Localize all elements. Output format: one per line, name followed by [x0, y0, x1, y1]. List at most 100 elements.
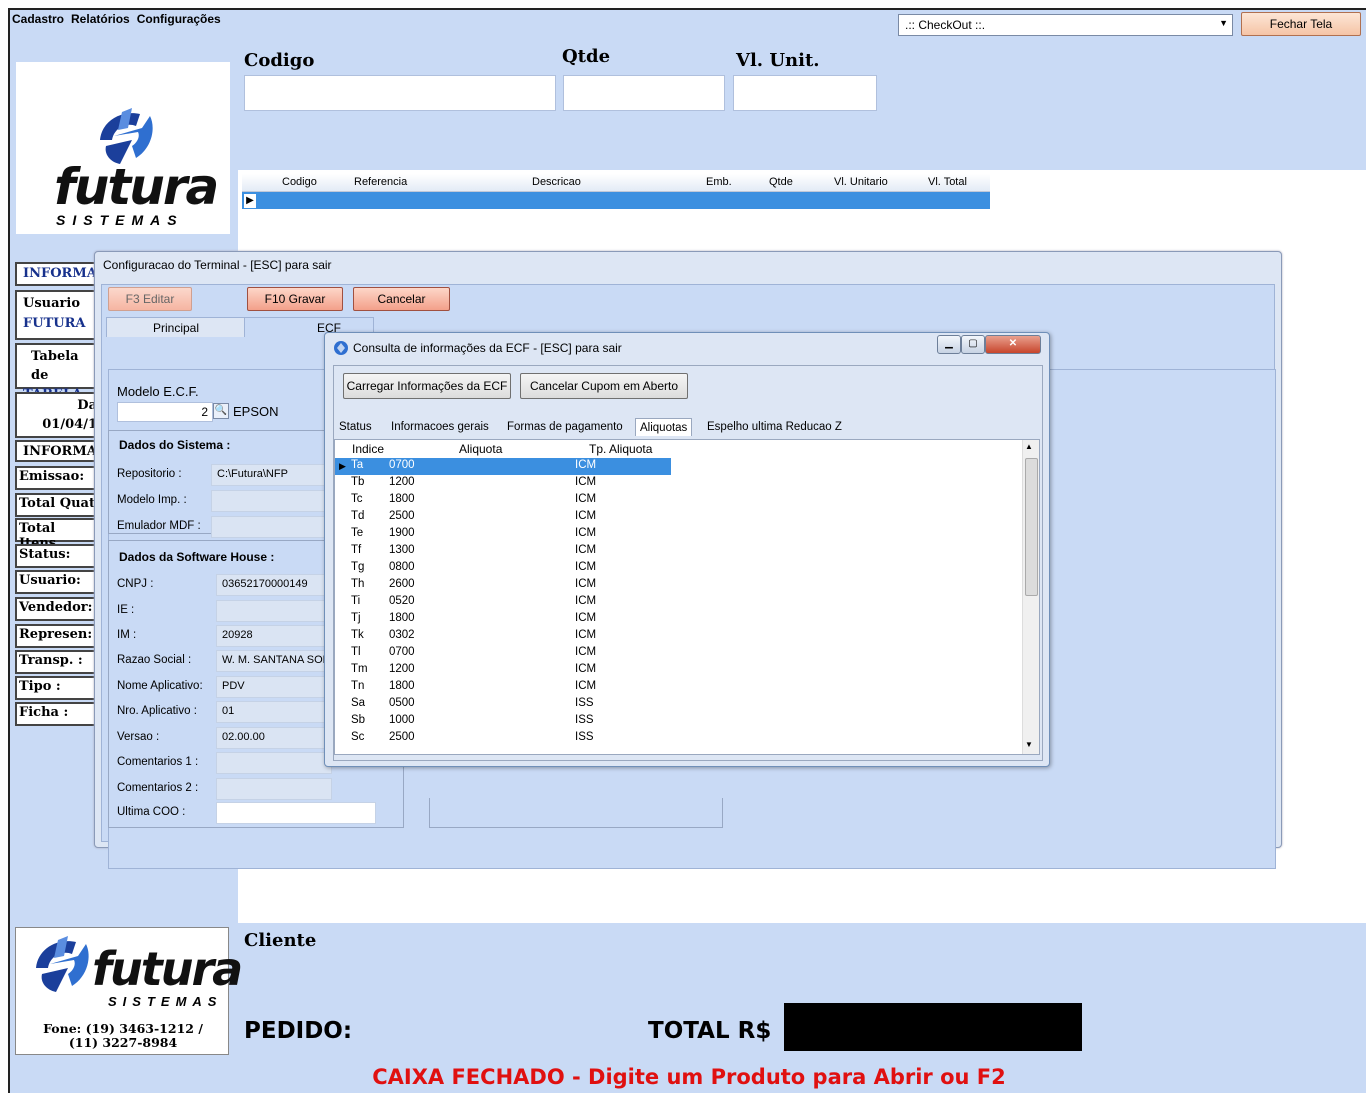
tabela-box: Tabela de TABELA	[15, 343, 105, 402]
table-row[interactable]: Sa 0500 ISS	[335, 696, 671, 713]
table-row[interactable]: ▶ Ta 0700 ICM	[335, 458, 671, 475]
info-row: Total Quat.	[15, 493, 105, 517]
info-row: Emissao:	[15, 466, 105, 490]
menu-configuracoes[interactable]: Configurações	[135, 10, 226, 26]
repositorio-field[interactable]: C:\Futura\NFP	[211, 464, 331, 486]
modelo-ecf-input[interactable]: 2	[117, 402, 213, 422]
cell-indice: Te	[351, 527, 364, 539]
cnpj-field[interactable]: 03652170000149	[216, 574, 332, 596]
cell-aliquota: 2500	[389, 510, 415, 522]
scroll-down-icon[interactable]: ▼	[1025, 740, 1033, 749]
versao-field[interactable]: 02.00.00	[216, 727, 332, 749]
codigo-label: Codigo	[244, 50, 315, 71]
cancelar-button[interactable]: Cancelar	[353, 287, 450, 311]
col-vl-unitario[interactable]: Vl. Unitario	[834, 176, 888, 188]
fechar-tela-button[interactable]: Fechar Tela	[1241, 12, 1361, 36]
table-row[interactable]: Te 1900 ICM	[335, 526, 671, 543]
table-row[interactable]: Td 2500 ICM	[335, 509, 671, 526]
cell-tp-aliquota: ISS	[575, 697, 594, 709]
table-row[interactable]: Tc 1800 ICM	[335, 492, 671, 509]
tab-espelho-reducao-z[interactable]: Espelho ultima Reducao Z	[703, 418, 846, 436]
usuario-box: Usuario FUTURA	[15, 290, 105, 340]
cell-tp-aliquota: ICM	[575, 629, 597, 641]
ultima-coo-field[interactable]	[216, 802, 376, 824]
qtde-input[interactable]	[563, 75, 725, 111]
table-row[interactable]: Tg 0800 ICM	[335, 560, 671, 577]
ie-field[interactable]	[216, 600, 332, 622]
menu-cadastro[interactable]: Cadastro	[10, 10, 69, 26]
aliquotas-table-header: Indice Aliquota Tp. Aliquota	[335, 440, 1023, 458]
cell-indice: Tf	[351, 544, 362, 556]
scroll-up-icon[interactable]: ▲	[1025, 442, 1033, 451]
col-indice[interactable]: Indice	[352, 442, 384, 456]
col-vl-total[interactable]: Vl. Total	[928, 176, 967, 188]
tab-formas-pagamento[interactable]: Formas de pagamento	[503, 418, 627, 436]
vl-unit-input[interactable]	[733, 75, 877, 111]
menu-relatorios[interactable]: Relatórios	[69, 10, 135, 26]
col-tp-aliquota[interactable]: Tp. Aliquota	[589, 442, 652, 456]
modelo-imp-field[interactable]	[211, 490, 331, 512]
codigo-input[interactable]	[244, 75, 556, 111]
cell-aliquota: 2500	[389, 731, 415, 743]
table-row[interactable]: Tm 1200 ICM	[335, 662, 671, 679]
nro-aplicativo-label: Nro. Aplicativo :	[117, 705, 197, 717]
table-row[interactable]: Tl 0700 ICM	[335, 645, 671, 662]
tab-informacoes-gerais[interactable]: Informacoes gerais	[387, 418, 493, 436]
carregar-informacoes-button[interactable]: Carregar Informações da ECF	[343, 373, 511, 399]
nro-aplicativo-field[interactable]: 01	[216, 701, 332, 723]
minimize-icon[interactable]: ▁	[937, 335, 961, 354]
table-row[interactable]: Tf 1300 ICM	[335, 543, 671, 560]
comentarios-1-field[interactable]	[216, 752, 332, 774]
comentarios-2-label: Comentarios 2 :	[117, 782, 199, 794]
info-row: Transp. :	[15, 650, 105, 674]
nome-aplicativo-field[interactable]: PDV	[216, 676, 332, 698]
table-row[interactable]: ▶	[242, 192, 990, 209]
cancelar-cupom-button[interactable]: Cancelar Cupom em Aberto	[520, 373, 688, 399]
razao-social-field[interactable]: W. M. SANTANA SOF	[216, 650, 332, 672]
cell-indice: Tn	[351, 680, 365, 692]
im-field[interactable]: 20928	[216, 625, 332, 647]
cell-indice: Tc	[351, 493, 363, 505]
table-row[interactable]: Tj 1800 ICM	[335, 611, 671, 628]
f10-gravar-button[interactable]: F10 Gravar	[247, 287, 343, 311]
close-icon[interactable]: ✕	[985, 335, 1041, 354]
cell-aliquota: 1200	[389, 476, 415, 488]
col-referencia[interactable]: Referencia	[354, 176, 407, 188]
col-qtde[interactable]: Qtde	[769, 176, 793, 188]
cell-aliquota: 1200	[389, 663, 415, 675]
status-message: CAIXA FECHADO - Digite um Produto para A…	[372, 1065, 1006, 1089]
table-row[interactable]: Tk 0302 ICM	[335, 628, 671, 645]
col-descricao[interactable]: Descricao	[532, 176, 581, 188]
chevron-down-icon[interactable]: ▼	[1219, 18, 1228, 28]
tab-aliquotas[interactable]: Aliquotas	[635, 418, 693, 436]
scroll-thumb[interactable]	[1025, 458, 1038, 596]
maximize-icon[interactable]: ▢	[961, 335, 985, 354]
info-row: Vendedor:	[15, 597, 105, 621]
vl-unit-label: Vl. Unit.	[736, 50, 820, 71]
emulador-mdf-field[interactable]	[211, 516, 331, 538]
tab-status[interactable]: Status	[335, 418, 376, 436]
col-aliquota[interactable]: Aliquota	[459, 442, 502, 456]
col-codigo[interactable]: Codigo	[282, 176, 317, 188]
lookup-icon[interactable]: 🔍	[213, 403, 229, 419]
date-box: Da 01/04/1	[15, 392, 105, 438]
vertical-scrollbar[interactable]: ▲ ▼	[1022, 440, 1039, 754]
table-row[interactable]: Th 2600 ICM	[335, 577, 671, 594]
comentarios-2-field[interactable]	[216, 778, 332, 800]
repositorio-label: Repositorio :	[117, 468, 182, 480]
checkout-select[interactable]: .:: CheckOut ::. ▼	[898, 14, 1233, 36]
cell-aliquota: 1900	[389, 527, 415, 539]
table-row[interactable]: Tb 1200 ICM	[335, 475, 671, 492]
cell-aliquota: 0500	[389, 697, 415, 709]
col-emb[interactable]: Emb.	[706, 176, 732, 188]
tab-principal[interactable]: Principal	[106, 317, 246, 337]
cell-aliquota: 0700	[389, 646, 415, 658]
f3-editar-button[interactable]: F3 Editar	[108, 287, 192, 311]
dados-sistema-title: Dados do Sistema :	[119, 438, 231, 452]
table-row[interactable]: Sc 2500 ISS	[335, 730, 671, 747]
cell-indice: Sc	[351, 731, 365, 743]
table-row[interactable]: Tn 1800 ICM	[335, 679, 671, 696]
table-row[interactable]: Ti 0520 ICM	[335, 594, 671, 611]
cell-tp-aliquota: ICM	[575, 476, 597, 488]
table-row[interactable]: Sb 1000 ISS	[335, 713, 671, 730]
